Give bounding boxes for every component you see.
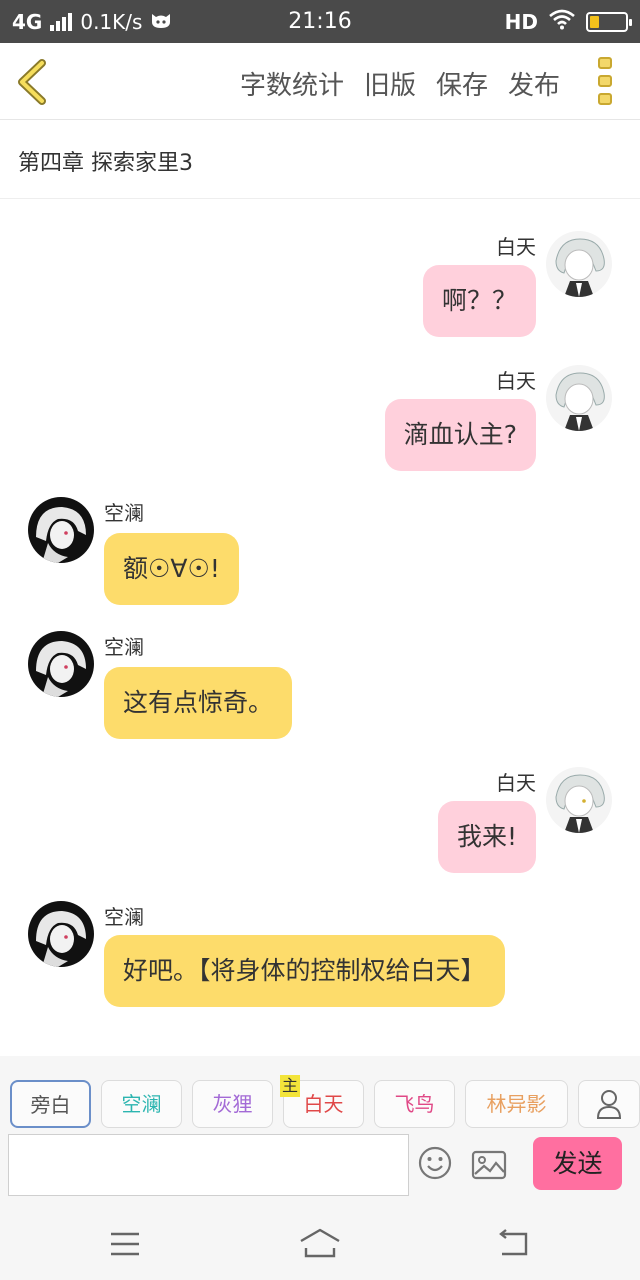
role-label: 飞鸟 (394, 1092, 435, 1116)
status-bar: 4G 0.1K/s 21:16 HD (0, 0, 640, 43)
avatar-baitian[interactable] (546, 767, 612, 833)
person-icon (596, 1090, 622, 1119)
message-bubble[interactable]: 啊？？ (422, 265, 536, 337)
editor-toolbar: 字数统计 旧版 保存 发布 (0, 43, 640, 120)
word-count-button[interactable]: 字数统计 (240, 65, 344, 102)
send-button[interactable]: 发送 (533, 1137, 622, 1190)
menu-icon (111, 1232, 139, 1256)
avatar-konglan[interactable] (28, 901, 94, 967)
role-selector: 旁白 空澜 灰狸 主 白天 飞鸟 林异影 (10, 1075, 640, 1128)
system-nav-bar (0, 1206, 640, 1280)
save-button[interactable]: 保存 (436, 65, 488, 102)
message-item: 空澜 额☉∀☉! (0, 467, 640, 607)
home-icon (300, 1228, 340, 1258)
role-button-baitian[interactable]: 主 白天 (280, 1075, 364, 1128)
hd-indicator: HD (504, 9, 538, 34)
chat-area: 白天 啊？？ 白天 滴血认主? 空澜 额☉∀☉! 空澜 这有点惊奇。 白天 我来… (0, 199, 640, 1056)
speaker-name: 空澜 (104, 501, 144, 525)
role-label: 旁白 (30, 1093, 71, 1117)
speaker-name: 白天 (496, 771, 536, 795)
role-button-narrator[interactable]: 旁白 (10, 1080, 91, 1128)
role-button-konglan[interactable]: 空澜 (101, 1080, 182, 1128)
speaker-name: 空澜 (104, 905, 144, 929)
return-icon (499, 1229, 528, 1256)
main-role-badge: 主 (280, 1075, 300, 1097)
role-label: 林异影 (486, 1092, 547, 1116)
insert-image-button[interactable] (471, 1150, 507, 1180)
more-menu-button[interactable] (598, 57, 614, 105)
more-icon (598, 57, 612, 69)
avatar-konglan[interactable] (28, 497, 94, 563)
smiley-icon (418, 1146, 452, 1180)
role-button-huili[interactable]: 灰狸 (192, 1080, 273, 1128)
composer-panel: 旁白 空澜 灰狸 主 白天 飞鸟 林异影 发送 (0, 1056, 640, 1206)
home-button[interactable] (298, 1226, 342, 1260)
message-item: 白天 滴血认主? (0, 333, 640, 473)
message-item: 空澜 好吧。【将身体的控制权给白天】 (0, 869, 640, 1029)
role-label: 白天 (303, 1092, 344, 1116)
battery-icon (586, 11, 632, 32)
role-button-feiniao[interactable]: 飞鸟 (374, 1080, 455, 1128)
speaker-name: 空澜 (104, 635, 144, 659)
role-button-linyiying[interactable]: 林异影 (465, 1080, 568, 1128)
recent-apps-button[interactable] (108, 1230, 142, 1258)
speaker-name: 白天 (496, 369, 536, 393)
chapter-title[interactable]: 第四章 探索家里3 (0, 120, 640, 199)
avatar-baitian[interactable] (546, 231, 612, 297)
message-bubble[interactable]: 额☉∀☉! (104, 533, 239, 605)
role-label: 空澜 (121, 1092, 162, 1116)
avatar-baitian[interactable] (546, 365, 612, 431)
message-item: 空澜 这有点惊奇。 (0, 601, 640, 741)
image-icon (471, 1150, 507, 1180)
role-label: 灰狸 (212, 1092, 253, 1116)
back-button[interactable] (14, 59, 54, 105)
message-item: 白天 啊？？ (0, 199, 640, 339)
speaker-name: 白天 (496, 235, 536, 259)
message-bubble[interactable]: 我来! (437, 801, 536, 873)
role-manage-button[interactable] (578, 1080, 640, 1128)
chevron-left-icon (18, 59, 46, 105)
avatar-konglan[interactable] (28, 631, 94, 697)
old-version-button[interactable]: 旧版 (364, 65, 416, 102)
message-bubble[interactable]: 好吧。【将身体的控制权给白天】 (104, 935, 505, 1007)
emoji-button[interactable] (418, 1146, 452, 1180)
message-bubble[interactable]: 这有点惊奇。 (104, 667, 293, 739)
system-back-button[interactable] (496, 1228, 532, 1258)
wifi-icon (548, 8, 576, 35)
message-item: 白天 我来! (0, 735, 640, 875)
message-bubble[interactable]: 滴血认主? (384, 399, 536, 471)
message-input[interactable] (8, 1134, 409, 1196)
publish-button[interactable]: 发布 (508, 65, 560, 102)
